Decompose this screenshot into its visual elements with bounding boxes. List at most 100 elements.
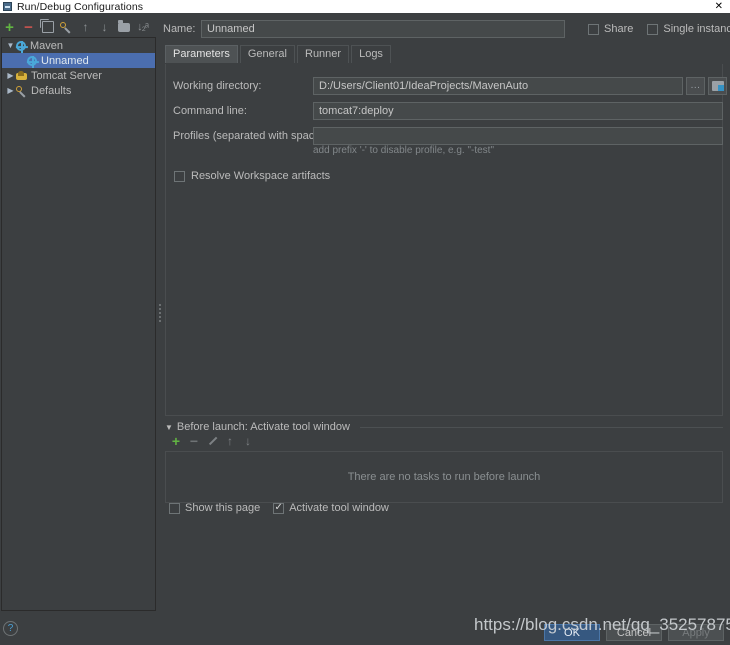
- show-page-label: Show this page: [185, 502, 261, 514]
- copy-icon: [39, 19, 54, 33]
- remove-configuration-button[interactable]: −: [19, 18, 38, 36]
- add-configuration-button[interactable]: +: [0, 18, 19, 36]
- resolve-artifacts-row[interactable]: Resolve Workspace artifacts: [174, 170, 330, 182]
- single-instance-label: Single instance only: [663, 23, 730, 35]
- command-line-input[interactable]: tomcat7:deploy: [313, 102, 723, 120]
- share-options: Share Single instance only: [588, 23, 730, 35]
- move-task-up-button[interactable]: ↑: [221, 433, 239, 449]
- create-folder-button[interactable]: [114, 18, 133, 36]
- profiles-label: Profiles (separated with space):: [173, 130, 328, 142]
- tree-item-label: Tomcat Server: [31, 69, 102, 82]
- title-bar: Run/Debug Configurations ✕: [0, 0, 730, 13]
- name-input[interactable]: Unnamed: [201, 20, 565, 38]
- tree-item-defaults[interactable]: ▶ Defaults: [2, 83, 155, 98]
- share-checkbox[interactable]: [588, 23, 599, 35]
- defaults-icon: [16, 85, 27, 96]
- tab-logs[interactable]: Logs: [351, 45, 391, 63]
- close-icon[interactable]: ✕: [715, 1, 723, 12]
- launch-options: Show this page Activate tool window: [169, 502, 389, 514]
- parameters-panel: Working directory: D:/Users/Client01/Ide…: [165, 64, 727, 416]
- tree-item-label: Defaults: [31, 84, 72, 97]
- pencil-icon: [207, 436, 217, 446]
- name-label: Name:: [163, 23, 196, 35]
- run-debug-configurations-dialog: Run/Debug Configurations ✕ + − ↑ ↓ ↓₂ᵃ ▼…: [0, 0, 730, 645]
- plus-icon: +: [171, 433, 181, 449]
- sort-icon: ↓₂ᵃ: [137, 20, 149, 33]
- splitter-dot: [158, 312, 161, 314]
- edit-task-button[interactable]: [203, 433, 221, 449]
- module-icon: [711, 81, 724, 91]
- working-directory-row: Working directory: D:/Users/Client01/Ide…: [173, 77, 727, 95]
- configuration-editor: Name: Unnamed Share Single instance only…: [163, 17, 730, 612]
- command-line-row: Command line: tomcat7:deploy: [173, 102, 723, 120]
- command-line-label: Command line:: [173, 105, 247, 117]
- configurations-tree[interactable]: ▼ Maven Unnamed ▶ Tomcat Server ▶ Defaul…: [1, 37, 156, 611]
- tab-general[interactable]: General: [239, 45, 295, 63]
- before-launch-title: Before launch: Activate tool window: [176, 421, 350, 433]
- move-down-button[interactable]: ↓: [95, 18, 114, 36]
- wrench-icon: [60, 21, 73, 34]
- working-directory-input[interactable]: D:/Users/Client01/IdeaProjects/MavenAuto: [313, 77, 683, 95]
- single-instance-checkbox-group[interactable]: Single instance only: [647, 23, 730, 35]
- splitter-dot: [158, 308, 161, 310]
- minus-icon: −: [24, 18, 33, 36]
- help-button[interactable]: ?: [3, 621, 18, 636]
- tree-item-label: Maven: [30, 39, 64, 52]
- remove-task-button[interactable]: −: [185, 433, 203, 449]
- tomcat-icon: [16, 70, 27, 81]
- empty-task-message: There are no tasks to run before launch: [347, 471, 541, 483]
- minus-icon: −: [189, 433, 199, 449]
- chevron-down-icon[interactable]: ▼: [165, 423, 173, 432]
- folder-icon: [117, 20, 130, 32]
- dialog-buttons: OK Cancel Apply: [544, 624, 724, 641]
- cancel-button[interactable]: Cancel: [606, 624, 662, 641]
- browse-directory-button[interactable]: ...: [686, 77, 705, 95]
- arrow-up-icon: ↑: [82, 20, 89, 34]
- edit-defaults-button[interactable]: [57, 18, 76, 36]
- chevron-right-icon[interactable]: ▶: [5, 71, 16, 80]
- show-page-checkbox-group[interactable]: Show this page: [169, 502, 260, 514]
- single-instance-checkbox[interactable]: [647, 23, 659, 35]
- resolve-artifacts-checkbox[interactable]: [174, 170, 185, 182]
- apply-button[interactable]: Apply: [668, 624, 724, 641]
- gear-icon: [27, 55, 37, 68]
- tab-parameters[interactable]: Parameters: [165, 45, 238, 63]
- tab-runner[interactable]: Runner: [297, 45, 350, 63]
- add-task-button[interactable]: +: [167, 433, 185, 449]
- copy-configuration-button[interactable]: [38, 18, 57, 36]
- select-module-button[interactable]: [708, 77, 727, 95]
- move-task-down-button[interactable]: ↓: [239, 433, 257, 449]
- move-up-button[interactable]: ↑: [76, 18, 95, 36]
- tree-item-tomcat-server[interactable]: ▶ Tomcat Server: [2, 68, 155, 83]
- arrow-up-icon: ↑: [227, 434, 233, 448]
- section-divider: [359, 426, 723, 428]
- activate-tool-window-checkbox-group[interactable]: Activate tool window: [273, 502, 389, 514]
- editor-tabs: Parameters General Runner Logs: [165, 45, 393, 63]
- ellipsis-icon: ...: [690, 80, 701, 91]
- before-launch-toolbar: + − ↑ ↓: [167, 433, 257, 449]
- before-launch-task-list[interactable]: There are no tasks to run before launch: [165, 451, 723, 503]
- tree-item-unnamed[interactable]: Unnamed: [2, 53, 155, 68]
- tree-item-maven[interactable]: ▼ Maven: [2, 38, 155, 53]
- arrow-down-icon: ↓: [101, 20, 108, 34]
- tree-item-label: Unnamed: [41, 54, 89, 67]
- chevron-down-icon[interactable]: ▼: [5, 41, 16, 50]
- ok-button[interactable]: OK: [544, 624, 600, 641]
- profiles-input[interactable]: [313, 127, 723, 145]
- splitter-dot: [158, 304, 161, 306]
- panel-splitter[interactable]: [157, 300, 162, 326]
- splitter-dot: [158, 316, 161, 318]
- window-title: Run/Debug Configurations: [17, 0, 144, 13]
- arrow-down-icon: ↓: [245, 434, 251, 448]
- show-page-checkbox[interactable]: [169, 502, 180, 514]
- chevron-right-icon[interactable]: ▶: [5, 86, 16, 95]
- share-checkbox-group[interactable]: Share: [588, 23, 633, 35]
- sort-configurations-button[interactable]: ↓₂ᵃ: [133, 18, 152, 36]
- activate-tool-window-label: Activate tool window: [289, 502, 389, 514]
- activate-tool-window-checkbox[interactable]: [273, 502, 285, 514]
- before-launch-header[interactable]: ▼ Before launch: Activate tool window: [165, 421, 723, 433]
- plus-icon: +: [5, 18, 14, 36]
- resolve-artifacts-label: Resolve Workspace artifacts: [191, 170, 331, 182]
- profiles-row: Profiles (separated with space):: [173, 127, 723, 145]
- gear-icon: [16, 40, 26, 53]
